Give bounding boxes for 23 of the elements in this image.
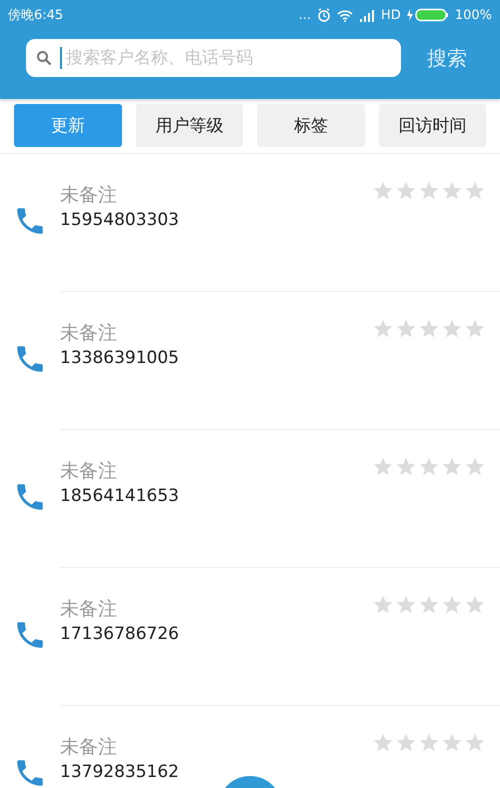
phone-number: 17136786726 <box>60 624 179 644</box>
contact-note: 未备注 <box>60 459 117 484</box>
contact-note: 未备注 <box>60 735 117 760</box>
filter-tab[interactable]: 回访时间 <box>378 104 486 147</box>
status-dots: ... <box>298 8 312 22</box>
phone-number: 18564141653 <box>60 486 179 506</box>
contact-note: 未备注 <box>60 321 117 346</box>
network-label: HD <box>381 8 401 22</box>
phone-number: 15954803303 <box>60 210 179 230</box>
contact-note: 未备注 <box>60 183 117 208</box>
contact-note: 未备注 <box>60 597 117 622</box>
phone-number: 13386391005 <box>60 348 179 368</box>
battery-icon <box>406 8 449 22</box>
filter-tab[interactable]: 标签 <box>257 104 364 147</box>
filter-tab[interactable]: 用户等级 <box>136 104 243 147</box>
wifi-icon <box>337 8 354 22</box>
signal-icon <box>359 8 376 22</box>
status-time: 傍晚6:45 <box>8 7 64 24</box>
search-field[interactable]: 搜索客户名称、电话号码 <box>26 39 401 77</box>
battery-level: 100% <box>454 8 492 22</box>
alarm-clock-icon <box>317 8 332 22</box>
search-icon <box>36 50 52 66</box>
phone-number: 13792835162 <box>60 762 179 782</box>
